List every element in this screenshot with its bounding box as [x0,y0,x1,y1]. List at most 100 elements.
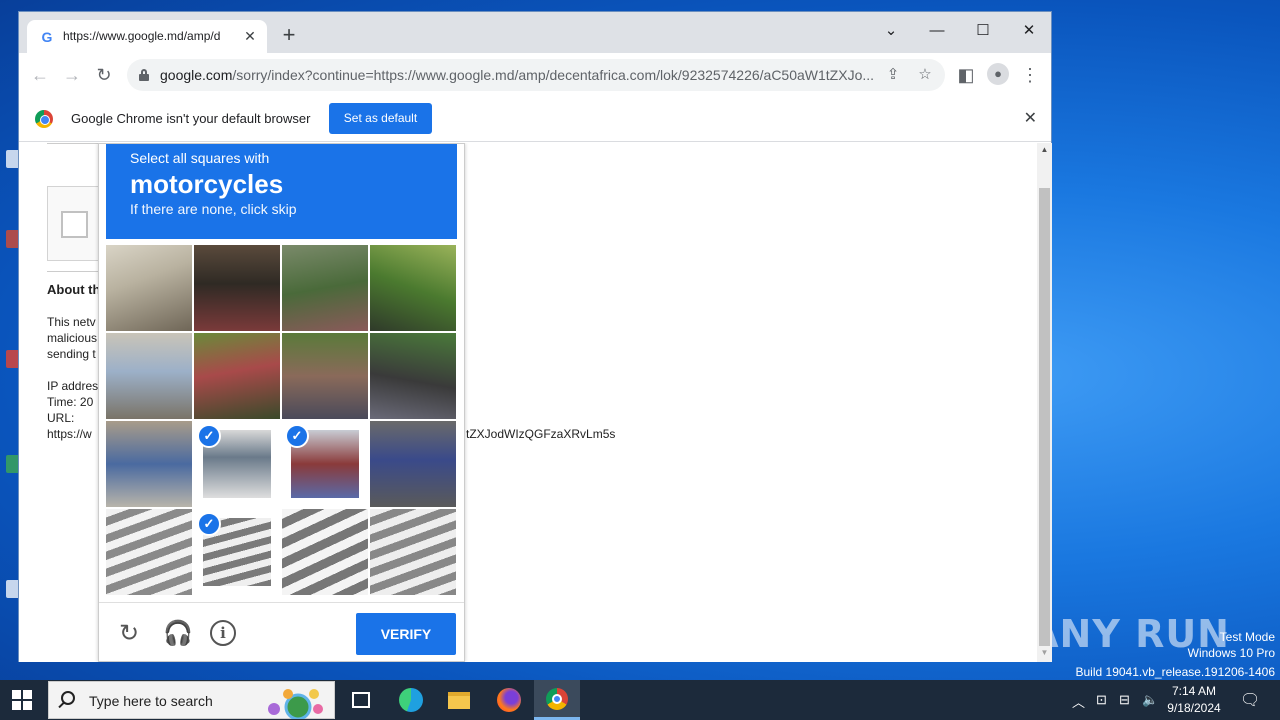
share-icon[interactable]: ⇪ [883,65,903,85]
reload-icon[interactable]: ↻ [93,64,115,86]
maximize-button[interactable]: ☐ [968,18,998,44]
recaptcha-checkbox[interactable] [61,211,88,238]
tile-image [282,245,368,331]
challenge-tile[interactable]: ✓ [194,509,280,595]
time-label: Time: 20 [47,395,94,409]
scroll-down-arrow-icon[interactable]: ▼ [1037,648,1052,660]
tab-close-icon[interactable]: ✕ [241,27,259,45]
chrome-logo-icon [35,110,53,128]
audio-challenge-icon[interactable]: 🎧 [163,620,193,648]
side-panel-icon[interactable]: ◧ [955,64,977,86]
clock-time[interactable]: 7:14 AM [1162,684,1226,698]
scroll-thumb[interactable] [1039,188,1050,646]
vertical-scrollbar[interactable]: ▲ ▼ [1037,143,1052,662]
edge-icon[interactable] [388,680,434,720]
default-browser-infobar: Google Chrome isn't your default browser… [19,96,1051,142]
page-content: About th This netv malicious sending t I… [19,143,1052,662]
tile-image [106,421,192,507]
search-icon [61,691,75,705]
challenge-tile[interactable] [194,333,280,419]
clock-date[interactable]: 9/18/2024 [1162,701,1226,715]
taskbar-search-box[interactable]: Type here to search [48,681,335,720]
tile-image [282,509,368,595]
task-view-icon[interactable] [338,680,384,720]
browser-tab[interactable]: G https://www.google.md/amp/d ✕ [27,20,267,53]
profile-avatar-icon[interactable]: ● [987,63,1009,85]
challenge-tile[interactable] [370,245,456,331]
meet-now-icon[interactable]: ⊡ [1096,692,1107,708]
back-arrow-icon[interactable]: ← [29,64,51,86]
tile-image [106,333,192,419]
challenge-footer: ↻ 🎧 i VERIFY [99,602,464,662]
close-window-button[interactable]: ✕ [1014,18,1044,44]
notifications-icon[interactable]: 🗨 [1240,690,1260,710]
infobar-close-icon[interactable]: ✕ [1024,108,1037,128]
tile-image [370,245,456,331]
url-value-tail: tZXJodWIzQGFzaXRvLm5s [466,427,616,441]
url-label: URL: [47,411,75,425]
challenge-tile[interactable] [282,333,368,419]
windows-start-icon[interactable] [12,690,32,710]
chrome-taskbar-icon[interactable] [534,680,580,720]
set-as-default-button[interactable]: Set as default [329,103,432,134]
reload-challenge-icon[interactable]: ↻ [115,620,143,648]
forward-arrow-icon[interactable]: → [61,64,83,86]
lock-icon[interactable] [139,69,149,81]
infobar-message: Google Chrome isn't your default browser [71,111,311,126]
challenge-tile[interactable] [282,245,368,331]
tile-image [370,333,456,419]
challenge-tile[interactable]: ✓ [194,421,280,507]
recaptcha-challenge: Select all squares with motorcycles If t… [98,143,465,662]
bookmark-star-icon[interactable]: ☆ [915,65,935,85]
about-text-line: This netv [47,315,96,329]
search-placeholder: Type here to search [89,693,213,709]
tile-image [106,509,192,595]
selected-checkmark-icon: ✓ [197,424,221,448]
info-icon[interactable]: i [210,620,236,646]
firefox-icon[interactable] [486,680,532,720]
address-bar[interactable]: google.com/sorry/index?continue=https://… [127,59,945,91]
about-text-line: malicious [47,331,98,345]
file-explorer-icon[interactable] [436,680,482,720]
menu-kebab-icon[interactable]: ⋮ [1019,64,1041,86]
url-value: https://w [47,427,92,441]
scroll-up-arrow-icon[interactable]: ▲ [1037,145,1052,157]
google-favicon-icon: G [41,29,53,45]
challenge-tile[interactable] [106,509,192,595]
minimize-button[interactable]: — [922,18,952,44]
tab-title: https://www.google.md/amp/d [63,29,221,43]
challenge-target: motorcycles [130,169,284,199]
about-text-line: sending t [47,347,96,361]
taskbar: Type here to search ︿ ⊡ ⊟ 🔈 7:14 AM 9/18… [0,680,1280,720]
tile-image [370,509,456,595]
challenge-instruction: Select all squares with [130,150,270,166]
challenge-tile[interactable] [106,421,192,507]
url-text[interactable]: google.com/sorry/index?continue=https://… [160,67,882,83]
challenge-tile[interactable] [370,509,456,595]
new-tab-button[interactable]: + [277,24,301,48]
challenge-image-grid: ✓ ✓ ✓ [106,245,457,596]
test-mode-label: Test Mode [1219,630,1275,644]
challenge-tile[interactable] [282,509,368,595]
browser-toolbar: ← → ↻ google.com/sorry/index?continue=ht… [19,53,1051,96]
challenge-tile[interactable] [106,245,192,331]
network-icon[interactable]: ⊟ [1119,692,1130,708]
challenge-tile[interactable] [370,421,456,507]
tile-image [282,333,368,419]
verify-button[interactable]: VERIFY [356,613,456,655]
challenge-tile[interactable] [194,245,280,331]
selected-checkmark-icon: ✓ [197,512,221,536]
tile-image [106,245,192,331]
about-heading: About th [47,282,101,297]
challenge-tile[interactable] [370,333,456,419]
title-bar: G https://www.google.md/amp/d ✕ + ⌄ — ☐ … [19,12,1051,53]
tile-image [370,421,456,507]
tab-search-icon[interactable]: ⌄ [876,18,906,44]
tile-image [194,333,280,419]
show-hidden-icons-chevron-icon[interactable]: ︿ [1072,692,1085,711]
challenge-tile[interactable]: ✓ [282,421,368,507]
volume-icon[interactable]: 🔈 [1142,692,1158,708]
challenge-tile[interactable] [106,333,192,419]
os-build-label: Build 19041.vb_release.191206-1406 [1075,665,1276,679]
os-name-label: Windows 10 Pro [1187,646,1275,660]
